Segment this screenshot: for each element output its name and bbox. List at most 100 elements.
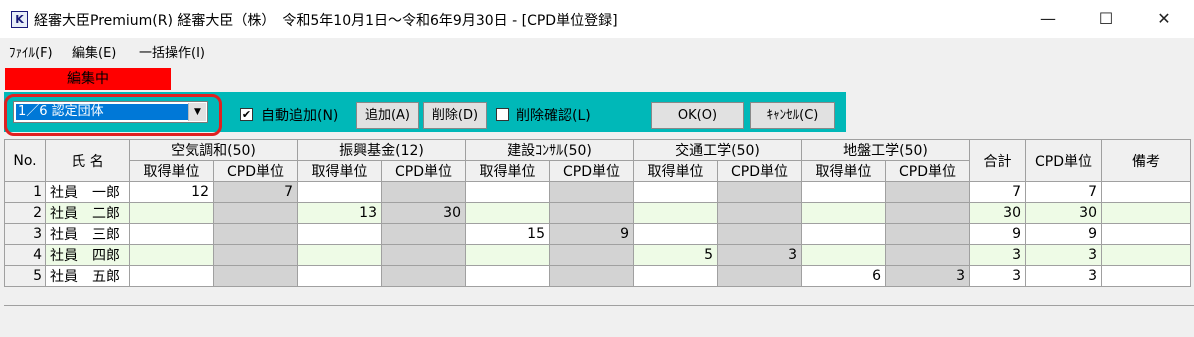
group-select[interactable]: 1／6 認定団体 ▼	[13, 101, 208, 123]
cpd-units-cell	[213, 265, 298, 287]
close-button[interactable]: ✕	[1141, 0, 1187, 38]
cpd-units-cell	[717, 202, 802, 224]
cpd-units-header: CPD単位	[717, 160, 802, 182]
minimize-button[interactable]: —	[1025, 0, 1071, 38]
earned-units-header: 取得単位	[297, 160, 382, 182]
cpd-total-cell: 7	[1025, 181, 1102, 203]
earned-units-cell[interactable]: 5	[633, 244, 718, 266]
row-number: 4	[4, 244, 46, 266]
notes-cell[interactable]	[1101, 223, 1191, 245]
earned-units-cell[interactable]	[465, 244, 550, 266]
cpd-units-cell	[717, 223, 802, 245]
earned-units-header: 取得単位	[465, 160, 550, 182]
notes-cell[interactable]	[1101, 265, 1191, 287]
group-header: 地盤工学(50)	[801, 139, 970, 161]
auto-add-checkbox[interactable]: ✔	[240, 108, 253, 121]
earned-units-cell[interactable]	[801, 244, 886, 266]
earned-units-cell[interactable]	[633, 181, 718, 203]
earned-units-cell[interactable]	[801, 181, 886, 203]
cpd-units-cell	[549, 181, 634, 203]
earned-units-cell[interactable]	[129, 244, 214, 266]
delete-confirm-checkbox[interactable]	[496, 108, 509, 121]
notes-cell[interactable]	[1101, 244, 1191, 266]
earned-units-cell[interactable]	[801, 202, 886, 224]
table-row: 4 社員 四郎 5 3 3 3	[4, 244, 1191, 266]
ok-button[interactable]: OK(O)	[651, 102, 744, 129]
auto-add-label: 自動追加(N)	[261, 108, 339, 124]
notes-cell[interactable]	[1101, 181, 1191, 203]
cpd-units-header: CPD単位	[381, 160, 466, 182]
earned-units-cell[interactable]	[297, 265, 382, 287]
status-badge: 編集中	[5, 68, 171, 90]
status-area	[4, 305, 1194, 328]
earned-units-cell[interactable]	[465, 202, 550, 224]
earned-units-cell[interactable]	[633, 265, 718, 287]
cpd-units-cell	[549, 202, 634, 224]
earned-units-cell[interactable]	[633, 223, 718, 245]
cpd-units-cell: 30	[381, 202, 466, 224]
earned-units-cell[interactable]: 6	[801, 265, 886, 287]
cpd-units-cell	[381, 223, 466, 245]
cpd-units-cell: 7	[213, 181, 298, 203]
notes-header: 備考	[1101, 139, 1191, 182]
cpd-units-cell	[885, 244, 970, 266]
earned-units-cell[interactable]: 13	[297, 202, 382, 224]
group-header: 建設ｺﾝｻﾙ(50)	[465, 139, 634, 161]
group-header: 交通工学(50)	[633, 139, 802, 161]
cpd-total-cell: 30	[1025, 202, 1102, 224]
menu-bar: ﾌｧｲﾙ(F) 編集(E) 一括操作(I)	[0, 38, 1194, 62]
menu-batch[interactable]: 一括操作(I)	[139, 42, 205, 61]
cpd-total-header: CPD単位	[1025, 139, 1102, 182]
cpd-units-cell	[717, 265, 802, 287]
earned-units-header: 取得単位	[129, 160, 214, 182]
name-header: 氏 名	[45, 139, 130, 182]
earned-units-cell[interactable]	[297, 244, 382, 266]
menu-edit[interactable]: 編集(E)	[72, 42, 116, 61]
add-button[interactable]: 追加(A)	[356, 102, 419, 129]
total-cell: 3	[969, 244, 1026, 266]
employee-name[interactable]: 社員 四郎	[45, 244, 130, 266]
cpd-units-cell	[885, 181, 970, 203]
employee-name[interactable]: 社員 五郎	[45, 265, 130, 287]
cpd-units-cell	[381, 244, 466, 266]
earned-units-cell[interactable]	[465, 265, 550, 287]
window-title: 経審大臣Premium(R) 経審大臣（株） 令和5年10月1日～令和6年9月3…	[34, 13, 618, 29]
employee-name[interactable]: 社員 三郎	[45, 223, 130, 245]
maximize-button[interactable]: ☐	[1083, 0, 1129, 38]
earned-units-cell[interactable]	[465, 181, 550, 203]
cpd-units-cell	[549, 265, 634, 287]
cancel-button[interactable]: ｷｬﾝｾﾙ(C)	[750, 102, 835, 129]
delete-button[interactable]: 削除(D)	[423, 102, 487, 129]
cpd-units-cell	[717, 181, 802, 203]
earned-units-cell[interactable]	[129, 265, 214, 287]
total-cell: 9	[969, 223, 1026, 245]
menu-file[interactable]: ﾌｧｲﾙ(F)	[9, 42, 53, 61]
cpd-units-cell: 3	[885, 265, 970, 287]
total-cell: 30	[969, 202, 1026, 224]
cpd-units-header: CPD単位	[213, 160, 298, 182]
earned-units-cell[interactable]	[129, 223, 214, 245]
chevron-down-icon[interactable]: ▼	[188, 103, 206, 121]
earned-units-cell[interactable]: 12	[129, 181, 214, 203]
cpd-units-cell	[381, 181, 466, 203]
earned-units-cell[interactable]	[129, 202, 214, 224]
cpd-units-header: CPD単位	[885, 160, 970, 182]
group-header: 振興基金(12)	[297, 139, 466, 161]
table-row: 1 社員 一郎 12 7 7 7	[4, 181, 1191, 203]
cpd-table: No. 氏 名 空気調和(50) 振興基金(12) 建設ｺﾝｻﾙ(50) 交通工…	[4, 139, 1191, 287]
table-row: 3 社員 三郎 15 9 9 9	[4, 223, 1191, 245]
table-row: 5 社員 五郎 6 3 3 3	[4, 265, 1191, 287]
earned-units-cell[interactable]	[297, 223, 382, 245]
employee-name[interactable]: 社員 一郎	[45, 181, 130, 203]
cpd-total-cell: 3	[1025, 265, 1102, 287]
earned-units-cell[interactable]	[633, 202, 718, 224]
group-header: 空気調和(50)	[129, 139, 298, 161]
earned-units-cell[interactable]: 15	[465, 223, 550, 245]
employee-name[interactable]: 社員 二郎	[45, 202, 130, 224]
earned-units-cell[interactable]	[297, 181, 382, 203]
cpd-units-cell: 9	[549, 223, 634, 245]
notes-cell[interactable]	[1101, 202, 1191, 224]
earned-units-cell[interactable]	[801, 223, 886, 245]
total-cell: 7	[969, 181, 1026, 203]
cpd-units-cell	[885, 223, 970, 245]
